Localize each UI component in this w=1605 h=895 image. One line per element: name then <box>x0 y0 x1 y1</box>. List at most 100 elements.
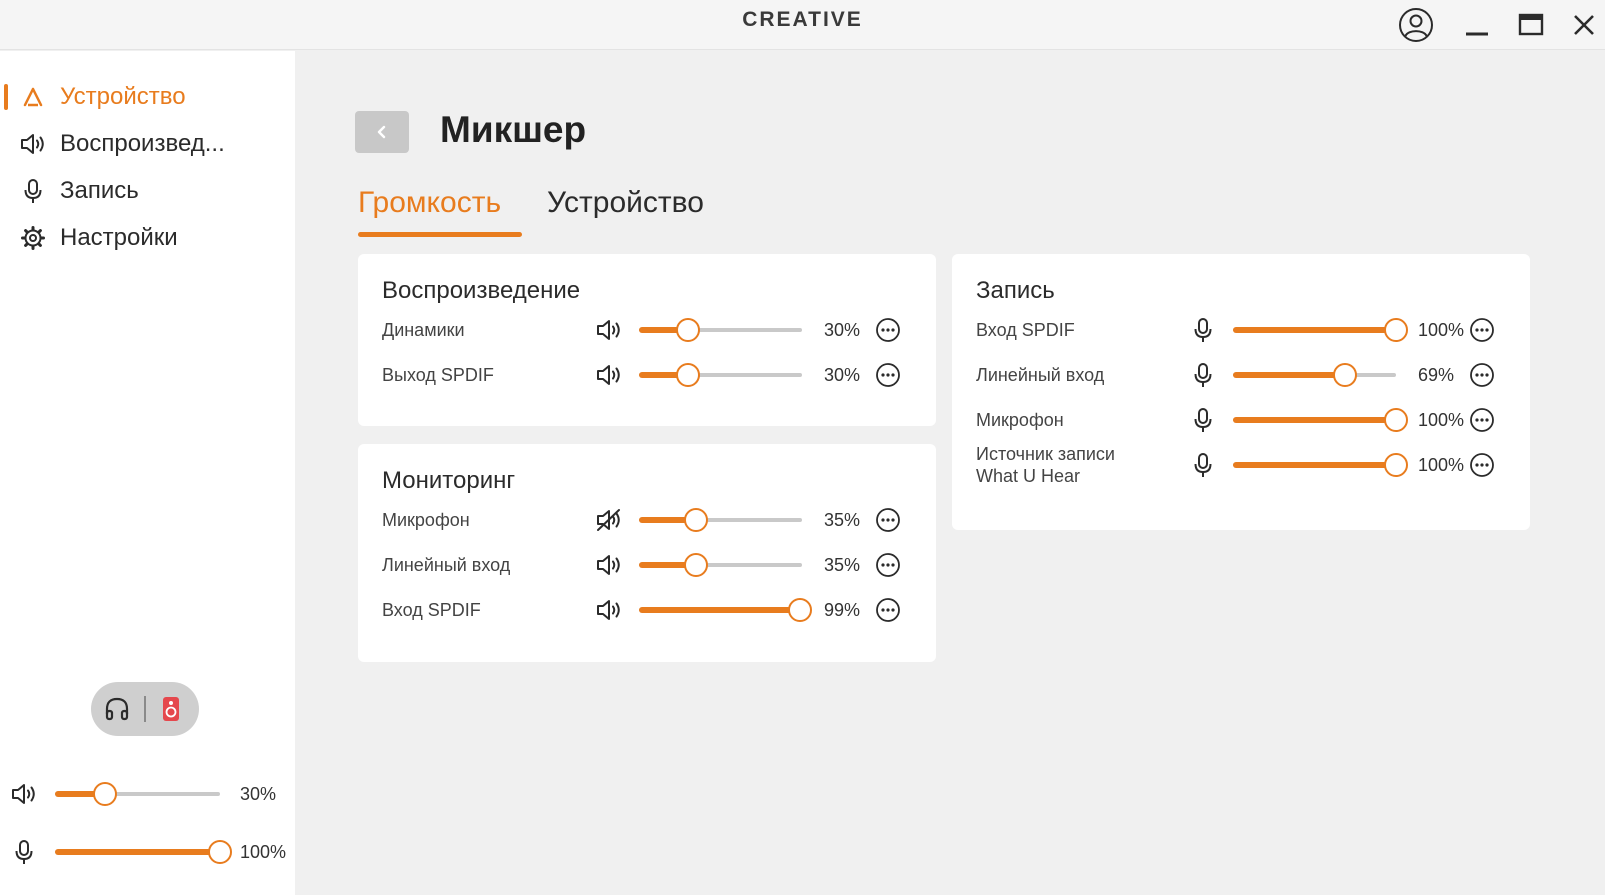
volume-slider[interactable] <box>1233 363 1396 387</box>
sidebar-item-label: Устройство <box>60 83 186 110</box>
volume-value: 100% <box>1418 455 1465 475</box>
minimize-icon <box>1466 32 1488 36</box>
speaker-icon[interactable] <box>595 551 623 579</box>
volume-slider[interactable] <box>1233 408 1408 432</box>
volume-value: 30% <box>824 365 861 385</box>
speaker-box-option[interactable] <box>157 695 185 723</box>
slider-thumb[interactable] <box>684 508 709 532</box>
slider-thumb[interactable] <box>684 553 709 577</box>
microphone-icon[interactable] <box>1189 406 1217 434</box>
speaker-icon[interactable] <box>595 596 623 624</box>
user-account-icon <box>1399 8 1433 42</box>
more-options-button[interactable] <box>875 552 901 578</box>
volume-slider[interactable] <box>639 508 802 532</box>
close-button[interactable] <box>1562 3 1605 47</box>
sidebar-item-label: Воспроизвед... <box>60 130 225 157</box>
mixer-row: Источник записи What U Hear 100% <box>952 443 1530 487</box>
more-options-icon <box>876 508 900 532</box>
maximize-button[interactable] <box>1509 3 1553 47</box>
microphone-icon <box>10 838 38 866</box>
volume-slider[interactable] <box>639 363 802 387</box>
more-options-button[interactable] <box>875 507 901 533</box>
more-options-icon <box>1470 363 1494 387</box>
speaker-muted-icon[interactable] <box>595 506 623 534</box>
sidebar-item-device[interactable]: Устройство <box>0 75 295 119</box>
playback-card: Воспроизведение Динамики 30% Выход SPDIF 30… <box>358 254 936 426</box>
channel-label: Микрофон <box>976 410 1064 430</box>
more-options-button[interactable] <box>875 362 901 388</box>
volume-slider[interactable] <box>639 318 802 342</box>
more-options-button[interactable] <box>1469 407 1495 433</box>
sidebar-item-recording[interactable]: Запись <box>0 169 295 213</box>
slider-thumb[interactable] <box>208 840 232 864</box>
more-options-button[interactable] <box>875 597 901 623</box>
speaker-icon <box>19 130 47 158</box>
more-options-button[interactable] <box>1469 362 1495 388</box>
speaker-icon[interactable] <box>595 361 623 389</box>
more-options-icon <box>876 363 900 387</box>
mixer-row: Динамики 30% <box>358 308 936 352</box>
master-playback-slider[interactable] <box>55 782 220 806</box>
channel-label: Динамики <box>382 320 465 340</box>
more-options-icon <box>876 598 900 622</box>
volume-slider[interactable] <box>1233 318 1408 342</box>
maximize-icon <box>1518 13 1544 36</box>
slider-thumb[interactable] <box>1384 318 1408 342</box>
channel-label: Вход SPDIF <box>382 600 481 620</box>
mixer-row: Выход SPDIF 30% <box>358 353 936 397</box>
volume-slider[interactable] <box>1233 453 1408 477</box>
creative-logo: CREATIVE <box>742 8 863 31</box>
channel-label: Линейный вход <box>382 555 511 575</box>
microphone-icon[interactable] <box>1189 451 1217 479</box>
slider-thumb[interactable] <box>1384 408 1408 432</box>
mixer-row: Микрофон 35% <box>358 498 936 542</box>
microphone-icon[interactable] <box>1189 361 1217 389</box>
page-title: Микшер <box>440 109 587 150</box>
volume-value: 30% <box>824 320 861 340</box>
slider-thumb[interactable] <box>675 363 700 387</box>
slider-thumb[interactable] <box>92 782 117 806</box>
mixer-row: Линейный вход 35% <box>358 543 936 587</box>
card-title: Запись <box>976 277 1055 304</box>
tab-volume[interactable]: Громкость <box>358 186 501 220</box>
sidebar-item-settings[interactable]: Настройки <box>0 216 295 260</box>
recording-card: Запись Вход SPDIF 100% Линейный вход 69% Мик… <box>952 254 1530 530</box>
card-title: Воспроизведение <box>382 277 581 304</box>
sidebar-item-label: Настройки <box>60 224 178 251</box>
headphones-icon <box>105 697 129 721</box>
master-record-value: 100% <box>240 842 287 862</box>
slider-fill <box>1233 462 1396 468</box>
headphones-option[interactable] <box>103 695 131 723</box>
channel-label: Линейный вход <box>976 365 1105 385</box>
more-options-button[interactable] <box>1469 452 1495 478</box>
slider-fill <box>1233 327 1396 333</box>
slider-thumb[interactable] <box>675 318 700 342</box>
sidebar: Устройство Воспроизвед... Запись Настрой… <box>0 51 295 895</box>
creative-device-icon <box>19 83 47 111</box>
channel-label: Выход SPDIF <box>382 365 494 385</box>
master-record-slider[interactable] <box>55 840 232 864</box>
output-device-toggle <box>91 682 199 736</box>
slider-thumb[interactable] <box>1384 453 1408 477</box>
more-options-button[interactable] <box>875 317 901 343</box>
toggle-divider <box>144 696 146 722</box>
volume-slider[interactable] <box>639 598 813 622</box>
volume-slider[interactable] <box>639 553 802 577</box>
back-button[interactable] <box>355 111 409 153</box>
gear-icon <box>19 224 47 252</box>
slider-thumb[interactable] <box>788 598 813 622</box>
slider-thumb[interactable] <box>1333 363 1358 387</box>
more-options-icon <box>876 553 900 577</box>
minimize-button[interactable] <box>1455 3 1499 47</box>
account-button[interactable] <box>1394 3 1438 47</box>
speaker-icon[interactable] <box>595 316 623 344</box>
more-options-icon <box>1470 408 1494 432</box>
monitoring-card: Мониторинг Микрофон 35% Линейный вход 35% Вх… <box>358 444 936 662</box>
tab-active-underline <box>358 232 522 237</box>
more-options-button[interactable] <box>1469 317 1495 343</box>
channel-label: Микрофон <box>382 510 470 530</box>
active-indicator <box>4 84 8 110</box>
tab-device[interactable]: Устройство <box>547 186 704 220</box>
microphone-icon[interactable] <box>1189 316 1217 344</box>
sidebar-item-playback[interactable]: Воспроизвед... <box>0 122 295 166</box>
